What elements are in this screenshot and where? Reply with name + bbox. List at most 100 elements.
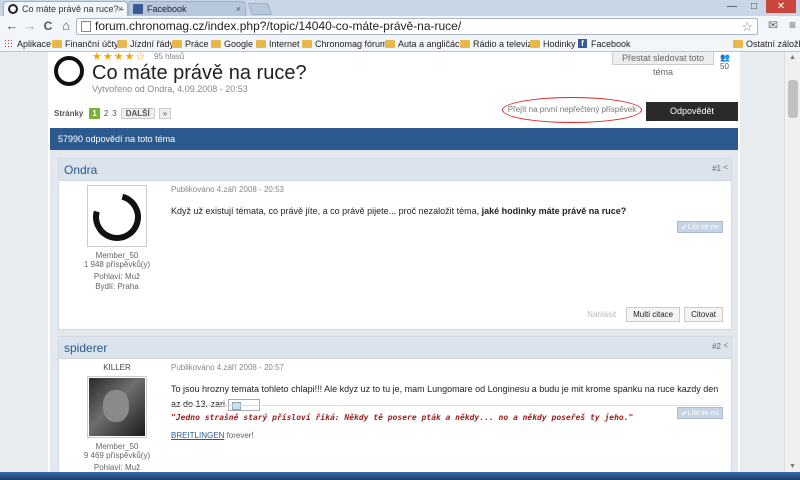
- bookmark-folder[interactable]: Rádio a televize: [460, 38, 537, 50]
- back-arrow-icon[interactable]: ←: [4, 18, 20, 34]
- facebook-icon: f: [578, 39, 587, 48]
- forum-content: ★★★★☆ 95 hlasů Co máte právě na ruce? Vy…: [48, 52, 740, 472]
- first-unread-link[interactable]: Přejít na první nepřečtený příspěvek: [502, 97, 642, 123]
- page-link[interactable]: 2: [104, 109, 108, 118]
- member-title: KILLER: [103, 363, 131, 372]
- bookmark-folder[interactable]: Google: [211, 38, 253, 50]
- bookmark-star-icon[interactable]: ☆: [741, 19, 753, 34]
- report-link[interactable]: Nahlásit: [587, 310, 616, 319]
- like-button[interactable]: ✔ Líbí se mi: [677, 221, 723, 233]
- scroll-down-icon[interactable]: ▼: [789, 463, 796, 470]
- folder-icon: [172, 40, 182, 48]
- address-bar[interactable]: forum.chronomag.cz/index.php?/topic/1404…: [76, 18, 758, 35]
- unfollow-button[interactable]: Přestat sledovat toto téma: [612, 52, 714, 77]
- follow-count: 👥 50: [720, 53, 740, 71]
- post-count: 1 948 příspěvků(y): [83, 260, 151, 269]
- post-text: Když už existují témata, co právě jíte, …: [171, 204, 721, 219]
- reply-button[interactable]: Odpovědět: [646, 102, 738, 121]
- bookmark-folder[interactable]: Finanční účty: [52, 38, 119, 50]
- like-label: Líbí se mi: [687, 410, 718, 417]
- vertical-scrollbar[interactable]: ▲ ▼: [784, 52, 800, 472]
- navigation-bar: ← → C ⌂ forum.chronomag.cz/index.php?/to…: [0, 16, 800, 36]
- quote-button[interactable]: Citovat: [684, 307, 723, 322]
- bookmark-label: Hodinky: [543, 39, 576, 49]
- chronomag-favicon-icon: [8, 4, 18, 14]
- new-tab-button[interactable]: [247, 3, 273, 15]
- facebook-icon: [133, 4, 143, 14]
- bookmark-folder[interactable]: Internet: [256, 38, 300, 50]
- last-page-button[interactable]: »: [158, 107, 172, 119]
- share-icon[interactable]: <: [723, 341, 728, 350]
- forward-arrow-icon[interactable]: →: [22, 18, 38, 34]
- pager-label: Stránky: [54, 108, 84, 118]
- page-link-current[interactable]: 1: [89, 107, 100, 119]
- bookmark-apps[interactable]: Aplikace: [4, 38, 51, 50]
- reply-count-bar: 57990 odpovědí na toto téma: [50, 128, 738, 150]
- maximize-button[interactable]: □: [744, 0, 764, 13]
- bookmark-label: Finanční účty: [65, 39, 119, 49]
- folder-icon: [211, 40, 221, 48]
- folder-icon: [733, 40, 743, 48]
- scroll-thumb[interactable]: [788, 80, 798, 118]
- menu-icon[interactable]: ≡: [789, 18, 796, 32]
- scroll-up-icon[interactable]: ▲: [789, 54, 796, 61]
- signature-divider: [171, 405, 721, 406]
- tab-facebook[interactable]: Facebook ×: [128, 1, 246, 16]
- home-icon[interactable]: ⌂: [58, 18, 74, 34]
- bookmark-folder[interactable]: Auta a angličáci: [385, 38, 462, 50]
- avatar[interactable]: [87, 376, 147, 438]
- bookmarks-bar: Aplikace Finanční účty Jízdní řády Práce…: [0, 36, 800, 52]
- member-location: Bydlí: Praha: [95, 282, 139, 291]
- bookmark-label: Internet: [269, 39, 300, 49]
- post: Ondra #1 < Member_50 1 948 příspěvků(y) …: [58, 158, 732, 330]
- tab-title: Facebook: [147, 4, 187, 14]
- like-button[interactable]: ✔ Líbí se mi: [677, 407, 723, 419]
- extension-icon[interactable]: ✉: [768, 18, 778, 32]
- post-number[interactable]: #2: [712, 342, 721, 351]
- posts-area: Ondra #1 < Member_50 1 948 příspěvků(y) …: [50, 150, 738, 472]
- multiquote-button[interactable]: Multi citace: [626, 307, 681, 322]
- post-actions: Nahlásit Multi citace Citovat: [587, 307, 723, 322]
- bookmark-folder[interactable]: Chronomag fórum: [302, 38, 388, 50]
- post-date: Publikováno 4.září 2008 - 20:57: [171, 363, 284, 372]
- check-icon: ✔: [681, 409, 688, 418]
- bookmark-folder[interactable]: Jízdní řády: [117, 38, 174, 50]
- follow-count-value: 50: [720, 62, 729, 71]
- enso-logo: [88, 186, 146, 246]
- bookmark-label: Rádio a televize: [473, 39, 538, 49]
- post-number[interactable]: #1: [712, 164, 721, 173]
- minimize-button[interactable]: —: [722, 0, 742, 13]
- post-text-plain: Když už existují témata, co právě jíte, …: [171, 206, 482, 216]
- post-body: Publikováno 4.září 2008 - 20:53 Když už …: [171, 185, 721, 219]
- signature-quote: "Jedno strašně starý přísloví říká: Někd…: [171, 413, 634, 422]
- post-author[interactable]: Ondra: [64, 163, 97, 177]
- share-icon[interactable]: <: [723, 163, 728, 172]
- close-tab-icon[interactable]: ×: [236, 2, 241, 16]
- post-count: 9 469 příspěvků(y): [83, 451, 151, 460]
- page-link[interactable]: 3: [112, 109, 116, 118]
- tab-bar: Co máte právě na ruce? - × Facebook × — …: [0, 0, 800, 16]
- next-page-button[interactable]: DALŠÍ: [120, 107, 155, 119]
- folder-icon: [117, 40, 127, 48]
- avatar[interactable]: [87, 185, 147, 247]
- signature-link[interactable]: BREITLINGEN: [171, 431, 224, 440]
- bookmark-label: Auta a angličáci: [398, 39, 462, 49]
- tab-forum[interactable]: Co máte právě na ruce? - ×: [3, 1, 128, 16]
- bookmark-folder-other[interactable]: Ostatní záložky: [733, 38, 800, 50]
- page-icon: [81, 21, 91, 32]
- bookmark-label: Aplikace: [17, 39, 52, 49]
- post-text: To jsou hrozny temata tohleto chlapi!!! …: [171, 382, 721, 412]
- bookmark-facebook[interactable]: f Facebook: [578, 38, 631, 50]
- folder-icon: [460, 40, 470, 48]
- bookmark-folder[interactable]: Práce: [172, 38, 209, 50]
- bookmark-label: Chronomag fórum: [315, 39, 388, 49]
- post-author[interactable]: spiderer: [64, 341, 107, 355]
- close-window-button[interactable]: ✕: [766, 0, 796, 13]
- close-tab-icon[interactable]: ×: [118, 2, 123, 16]
- signature-line: BREITLINGEN forever!: [171, 431, 254, 440]
- member-rank: Member_50: [95, 442, 139, 451]
- reload-icon[interactable]: C: [40, 18, 56, 34]
- bookmark-folder[interactable]: Hodinky: [530, 38, 576, 50]
- chronomag-logo: [54, 56, 84, 86]
- member-gender: Pohlaví: Muž: [93, 272, 141, 281]
